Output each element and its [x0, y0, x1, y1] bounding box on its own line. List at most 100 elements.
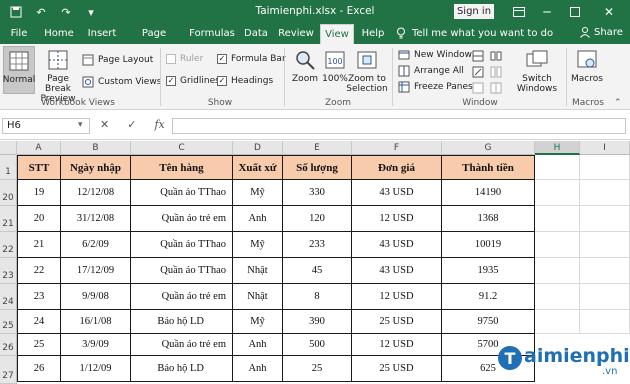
- cell-ten-hang[interactable]: Bảo hộ LD: [131, 310, 233, 334]
- macros-button[interactable]: Macros: [570, 48, 604, 84]
- tab-help[interactable]: Help: [358, 24, 388, 44]
- cell-ngay-nhap[interactable]: 31/12/08: [61, 206, 131, 232]
- column-header-i[interactable]: I: [580, 141, 630, 155]
- synchronous-scrolling-icon[interactable]: [490, 66, 502, 81]
- cell-stt[interactable]: 21: [17, 232, 61, 258]
- cell-ten-hang[interactable]: Quần áo TThao: [131, 258, 233, 284]
- tab-insert[interactable]: Insert: [84, 24, 120, 44]
- cell-stt[interactable]: 20: [17, 206, 61, 232]
- zoom-to-selection-button[interactable]: Zoom to Selection: [346, 48, 388, 94]
- gridlines-checkbox[interactable]: ✓ Gridlines: [166, 76, 220, 86]
- cell-so-luong[interactable]: 25: [283, 356, 352, 382]
- cell-ten-hang[interactable]: Quần áo trẻ em: [131, 206, 233, 232]
- header-cell-thanh-tien[interactable]: Thành tiền: [442, 155, 535, 180]
- empty-cell[interactable]: [580, 180, 630, 206]
- chevron-down-icon[interactable]: ▾: [78, 120, 83, 130]
- restore-icon[interactable]: [562, 0, 588, 24]
- normal-view-button[interactable]: Normal: [3, 46, 35, 94]
- custom-views-button[interactable]: Custom Views: [82, 76, 161, 88]
- cell-xuat-xu[interactable]: Nhật: [233, 284, 283, 310]
- column-header-d[interactable]: D: [233, 141, 283, 155]
- enter-icon[interactable]: ✓: [127, 118, 136, 131]
- cell-stt[interactable]: 19: [17, 180, 61, 206]
- empty-cell[interactable]: [580, 232, 630, 258]
- tab-formulas[interactable]: Formulas: [188, 24, 236, 44]
- cell-stt[interactable]: 25: [17, 334, 61, 356]
- cell-so-luong[interactable]: 390: [283, 310, 352, 334]
- column-header-b[interactable]: B: [61, 141, 131, 155]
- cell-ngay-nhap[interactable]: 12/12/08: [61, 180, 131, 206]
- empty-cell[interactable]: [535, 206, 580, 232]
- cell-ngay-nhap[interactable]: 17/12/09: [61, 258, 131, 284]
- empty-cell[interactable]: [580, 310, 630, 334]
- zoom-100-button[interactable]: 100 100%: [322, 48, 348, 84]
- row-header[interactable]: 27: [0, 356, 17, 384]
- row-header[interactable]: 23: [0, 258, 17, 284]
- row-header[interactable]: 22: [0, 232, 17, 258]
- cell-don-gia[interactable]: 43 USD: [352, 180, 442, 206]
- freeze-panes-button[interactable]: Freeze Panes ▾: [398, 81, 481, 93]
- cell-ten-hang[interactable]: Quần áo trẻ em: [131, 334, 233, 356]
- header-cell-xuat-xu[interactable]: Xuất xứ: [233, 155, 283, 180]
- cell-so-luong[interactable]: 330: [283, 180, 352, 206]
- header-cell-stt[interactable]: STT: [17, 155, 61, 180]
- column-header-c[interactable]: C: [131, 141, 233, 155]
- empty-cell[interactable]: [580, 258, 630, 284]
- cell-so-luong[interactable]: 8: [283, 284, 352, 310]
- cell-don-gia[interactable]: 12 USD: [352, 334, 442, 356]
- cell-ngay-nhap[interactable]: 1/12/09: [61, 356, 131, 382]
- cell-ten-hang[interactable]: Bảo hộ LD: [131, 356, 233, 382]
- cell-don-gia[interactable]: 43 USD: [352, 232, 442, 258]
- unhide-icon[interactable]: [472, 82, 484, 97]
- empty-cell[interactable]: [535, 155, 580, 180]
- cell-stt[interactable]: 22: [17, 258, 61, 284]
- page-layout-view-button[interactable]: Page Layout: [82, 54, 153, 66]
- cell-don-gia[interactable]: 12 USD: [352, 206, 442, 232]
- cell-xuat-xu[interactable]: Anh: [233, 206, 283, 232]
- arrange-all-button[interactable]: Arrange All: [398, 65, 464, 77]
- minimize-icon[interactable]: ─: [534, 0, 560, 24]
- tab-view[interactable]: View: [320, 24, 354, 44]
- cell-stt[interactable]: 24: [17, 310, 61, 334]
- empty-cell[interactable]: [580, 206, 630, 232]
- cell-ten-hang[interactable]: Quần áo TThao: [131, 232, 233, 258]
- cell-ten-hang[interactable]: Quần áo TThao: [131, 180, 233, 206]
- page-break-preview-button[interactable]: Page Break Preview: [37, 48, 79, 104]
- cell-so-luong[interactable]: 120: [283, 206, 352, 232]
- cell-xuat-xu[interactable]: Mỹ: [233, 180, 283, 206]
- empty-cell[interactable]: [580, 284, 630, 310]
- cell-so-luong[interactable]: 233: [283, 232, 352, 258]
- cell-xuat-xu[interactable]: Anh: [233, 334, 283, 356]
- tell-me-search[interactable]: Tell me what you want to do: [396, 27, 553, 39]
- tab-file[interactable]: File: [4, 24, 34, 44]
- cell-so-luong[interactable]: 45: [283, 258, 352, 284]
- cell-thanh-tien[interactable]: 9750: [442, 310, 535, 334]
- cancel-icon[interactable]: ✕: [100, 118, 109, 131]
- cell-thanh-tien[interactable]: 1935: [442, 258, 535, 284]
- row-header[interactable]: 25: [0, 310, 17, 334]
- formula-bar-checkbox[interactable]: ✓ Formula Bar: [217, 54, 286, 64]
- cell-so-luong[interactable]: 500: [283, 334, 352, 356]
- formula-input[interactable]: [172, 118, 626, 134]
- cell-ngay-nhap[interactable]: 16/1/08: [61, 310, 131, 334]
- row-header[interactable]: 26: [0, 334, 17, 356]
- column-header-e[interactable]: E: [283, 141, 352, 155]
- header-cell-ngay-nhap[interactable]: Ngày nhập: [61, 155, 131, 180]
- headings-checkbox[interactable]: ✓ Headings: [217, 76, 273, 86]
- cell-ten-hang[interactable]: Quần áo trẻ em: [131, 284, 233, 310]
- insert-function-icon[interactable]: fx: [154, 118, 164, 131]
- column-header-a[interactable]: A: [17, 141, 61, 155]
- cell-don-gia[interactable]: 12 USD: [352, 284, 442, 310]
- column-header-f[interactable]: F: [352, 141, 442, 155]
- empty-cell[interactable]: [535, 310, 580, 334]
- header-cell-ten-hang[interactable]: Tên hàng: [131, 155, 233, 180]
- cell-stt[interactable]: 26: [17, 356, 61, 382]
- tab-page-layout[interactable]: Page Layout: [124, 24, 184, 59]
- column-header-h[interactable]: H: [535, 141, 580, 155]
- cell-xuat-xu[interactable]: Nhật: [233, 258, 283, 284]
- sign-in-button[interactable]: Sign in: [454, 4, 494, 19]
- zoom-button[interactable]: Zoom: [290, 48, 320, 84]
- header-cell-don-gia[interactable]: Đơn giá: [352, 155, 442, 180]
- switch-windows-button[interactable]: Switch Windows: [512, 48, 562, 94]
- hide-icon[interactable]: [472, 66, 484, 81]
